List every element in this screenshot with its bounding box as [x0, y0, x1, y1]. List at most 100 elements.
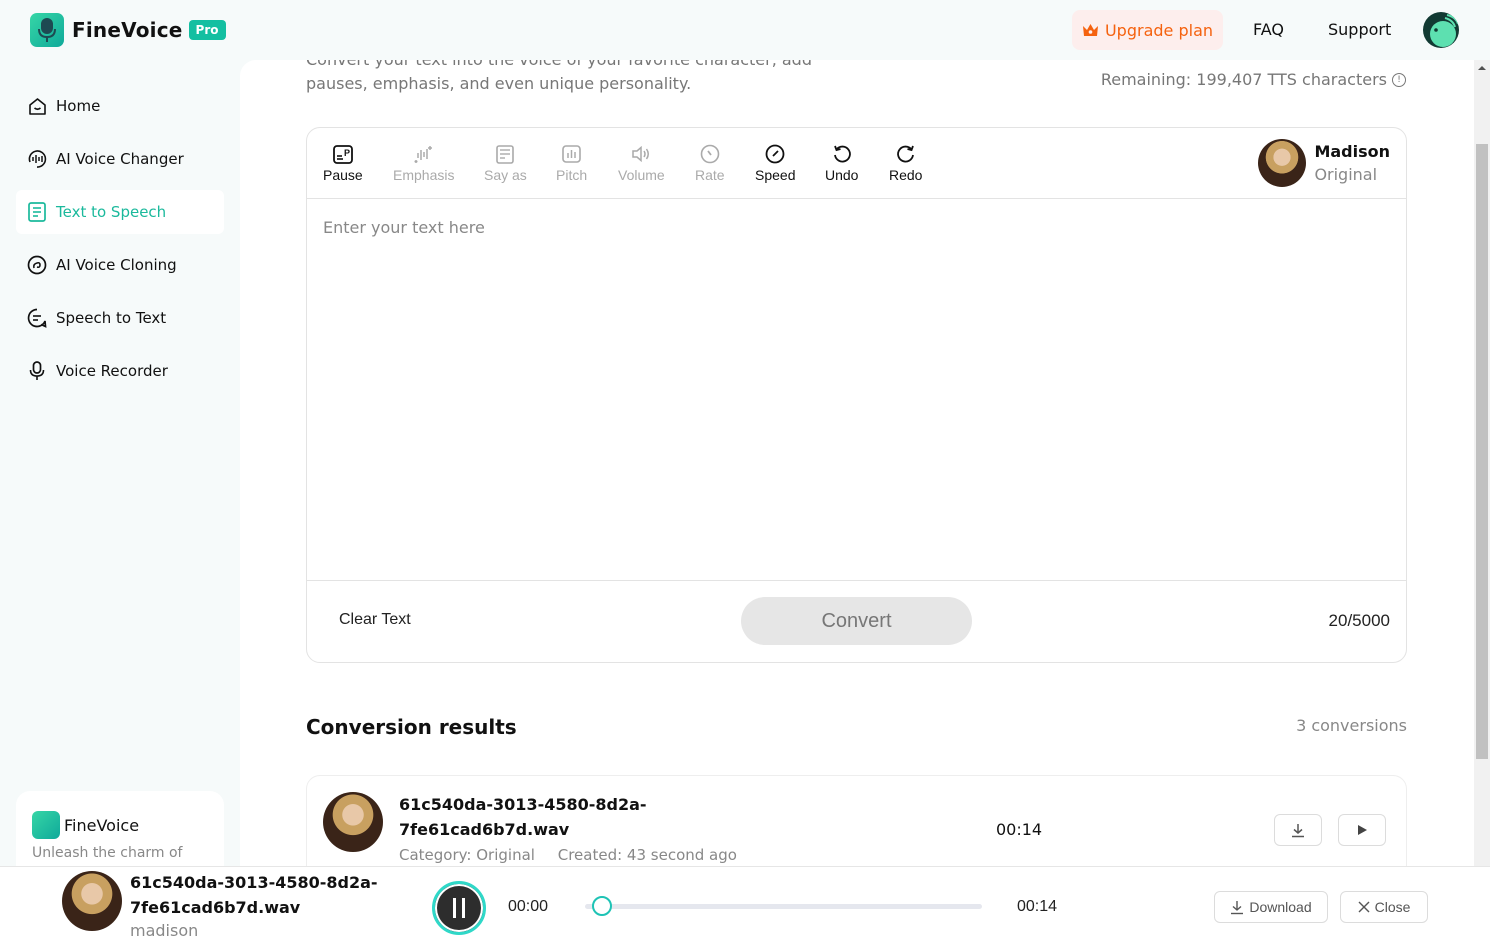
results-title: Conversion results [306, 715, 517, 739]
say-as-icon [496, 143, 515, 165]
result-filename: 61c540da-3013-4580-8d2a-7fe61cad6b7d.wav [399, 795, 647, 839]
pro-badge: Pro [188, 20, 226, 40]
result-avatar [323, 792, 383, 852]
sidebar-item-home[interactable]: Home [16, 84, 224, 128]
tool-label: Rate [695, 167, 725, 183]
home-icon [27, 96, 47, 116]
remaining-characters: Remaining: 199,407 TTS characters ! [1101, 70, 1406, 89]
scrollbar-thumb[interactable] [1476, 144, 1488, 759]
sidebar-item-ai-voice-changer[interactable]: AI Voice Changer [16, 137, 224, 181]
voice-name: Madison [1314, 142, 1390, 161]
tool-pitch[interactable]: Pitch [556, 143, 587, 183]
player-voice: madison [130, 921, 199, 940]
pitch-icon [562, 143, 581, 165]
sidebar-item-label: AI Voice Cloning [56, 256, 177, 274]
faq-link[interactable]: FAQ [1253, 20, 1284, 39]
info-icon[interactable]: ! [1392, 72, 1406, 87]
document-icon [27, 202, 47, 222]
tts-editor: P Pause Emphasis Say as Pitch Volume Rat… [306, 127, 1407, 663]
sidebar-item-voice-recorder[interactable]: Voice Recorder [16, 349, 224, 393]
sidebar-item-label: Home [56, 97, 101, 115]
close-label: Close [1374, 899, 1411, 915]
rate-icon [700, 143, 720, 165]
total-time: 00:14 [1017, 898, 1058, 915]
tool-label: Undo [825, 167, 859, 183]
result-item: 61c540da-3013-4580-8d2a-7fe61cad6b7d.wav… [306, 775, 1407, 866]
scrollbar[interactable] [1474, 60, 1490, 866]
upgrade-plan-button[interactable]: Upgrade plan [1072, 10, 1223, 50]
promo-description: Unleash the charm of [32, 845, 183, 861]
sidebar-item-label: AI Voice Changer [56, 150, 184, 168]
play-icon [1358, 825, 1367, 835]
support-link[interactable]: Support [1328, 20, 1391, 39]
page-subtitle: Convert your text into the voice of your… [306, 60, 812, 93]
user-avatar[interactable] [1423, 12, 1459, 48]
result-created: Created: 43 second ago [557, 846, 737, 864]
tool-label: Speed [755, 167, 796, 183]
pause-button[interactable] [432, 881, 486, 935]
sidebar: Home AI Voice Changer Text to Speech AI … [0, 60, 240, 891]
remaining-text: Remaining: 199,407 TTS characters [1100, 70, 1387, 89]
microphone-icon [27, 361, 47, 381]
brand-name: FineVoice [72, 18, 183, 42]
svg-text:P: P [344, 148, 350, 158]
finevoice-logo-icon [32, 811, 60, 839]
tool-volume[interactable]: Volume [618, 143, 665, 183]
tool-label: Pause [323, 167, 363, 183]
current-time: 00:00 [508, 898, 549, 915]
download-icon [1231, 900, 1244, 914]
tool-emphasis[interactable]: Emphasis [393, 143, 454, 183]
logo[interactable]: FineVoice Pro [30, 13, 226, 47]
player-avatar [62, 871, 122, 931]
result-play-button[interactable] [1338, 814, 1386, 846]
character-count: 20/5000 [1328, 611, 1390, 630]
tool-label: Pitch [556, 167, 588, 183]
voice-selector[interactable]: Madison Original [1258, 139, 1390, 187]
progress-knob[interactable] [591, 896, 612, 916]
sidebar-item-text-to-speech[interactable]: Text to Speech [16, 190, 224, 234]
voice-category: Original [1314, 165, 1378, 184]
promo-title: FineVoice [64, 815, 140, 835]
pause-icon [453, 898, 456, 918]
tool-rate[interactable]: Rate [695, 143, 725, 183]
scroll-up-arrow-icon[interactable] [1478, 66, 1486, 70]
upgrade-plan-label: Upgrade plan [1104, 20, 1214, 40]
voice-avatar [1258, 139, 1307, 187]
sidebar-item-speech-to-text[interactable]: Speech to Text [16, 296, 224, 340]
tool-pause[interactable]: P Pause [323, 143, 363, 183]
microphone-logo-icon [30, 13, 64, 47]
player-close-button[interactable]: Close [1340, 891, 1428, 923]
speed-icon [765, 143, 785, 165]
sidebar-item-ai-voice-cloning[interactable]: AI Voice Cloning [16, 243, 224, 287]
tool-speed[interactable]: Speed [755, 143, 795, 183]
result-download-button[interactable] [1274, 814, 1322, 846]
voice-changer-icon [27, 149, 47, 169]
clear-text-button[interactable]: Clear Text [339, 611, 411, 629]
progress-slider[interactable] [585, 896, 982, 916]
audio-player: 61c540da-3013-4580-8d2a-7fe61cad6b7d.wav… [0, 866, 1490, 946]
tool-undo[interactable]: Undo [825, 143, 858, 183]
top-bar: FineVoice Pro Upgrade plan FAQ Support [0, 0, 1490, 60]
volume-icon [631, 143, 651, 165]
tool-redo[interactable]: Redo [889, 143, 922, 183]
editor-footer: Clear Text Convert 20/5000 [307, 580, 1406, 662]
tool-say-as[interactable]: Say as [484, 143, 527, 183]
close-icon [1358, 901, 1370, 913]
pause-tag-icon: P [332, 143, 353, 165]
download-icon [1292, 824, 1304, 838]
main-content: Convert your text into the voice of your… [240, 60, 1474, 866]
sidebar-item-label: Speech to Text [56, 309, 167, 327]
convert-button[interactable]: Convert [741, 597, 972, 645]
emphasis-icon [414, 143, 434, 165]
text-input[interactable] [307, 200, 1406, 582]
crown-icon [1082, 24, 1098, 36]
player-download-button[interactable]: Download [1214, 891, 1328, 923]
result-category: Category: Original [399, 846, 535, 864]
tool-label: Emphasis [393, 167, 455, 183]
sidebar-item-label: Text to Speech [56, 203, 167, 221]
download-label: Download [1249, 899, 1312, 915]
sidebar-item-label: Voice Recorder [56, 362, 168, 380]
cloning-icon [27, 255, 47, 275]
result-duration: 00:14 [996, 820, 1043, 839]
player-filename: 61c540da-3013-4580-8d2a-7fe61cad6b7d.wav [130, 873, 378, 917]
